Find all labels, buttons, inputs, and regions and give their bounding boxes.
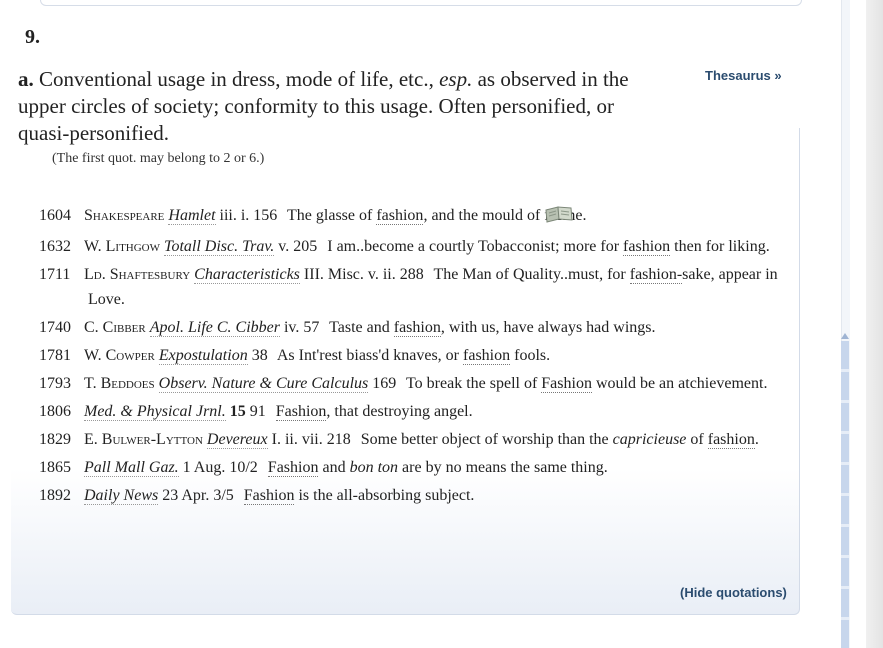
quotation-year: 1793 [39,374,71,392]
quotation-title[interactable]: Characteristicks [194,266,300,284]
quotation-text-end: , with us, have always had wings. [440,318,656,336]
subsense-label: a. [18,67,34,91]
quotation-title[interactable]: Med. & Physical Jrnl. [84,402,226,421]
quotation-row: 1865 Pall Mall Gaz. 1 Aug. 10/2 Fashion a… [39,456,791,481]
quotation-author: W. Cowper [84,346,155,364]
quotation-author: Ld. Shaftesbury [84,266,191,283]
quotation-text: The Man of Quality..must, for [433,266,630,283]
quotation-ref: III. Misc. v. ii. 288 [303,266,424,283]
quotation-list: 1604 Shakespeare Hamlet iii. i. 156 The g… [39,204,791,512]
quotation-author: Shakespeare [84,207,165,224]
quotation-title[interactable]: Pall Mall Gaz. [84,458,179,477]
quotation-row: 1740 C. Cibber Apol. Life C. Cibber iv. 5… [39,316,791,341]
quotation-text-mid: of [686,430,708,448]
quotation-text-end: is the all-absorbing subject. [294,486,475,504]
quotation-author: C. Cibber [84,318,146,336]
quotation-note: (The first quot. may belong to 2 or 6.) [52,151,265,166]
window-edge [866,0,883,648]
quotation-text-end: then for liking. [670,238,770,255]
quotation-row: 1711 Ld. Shaftesbury Characteristicks III… [39,263,791,312]
quotation-text: I am..become a courtly Tobacconist; more… [327,238,624,255]
quotation-ref: 1 Aug. 10/2 [182,458,258,476]
quotation-row: 1632 W. Lithgow Totall Disc. Trav. v. 205… [39,235,791,260]
quotation-title[interactable]: Expostulation [158,346,248,365]
definition-esp: esp. [439,67,473,91]
quotation-year: 1892 [39,486,71,504]
definition-text-1: Conventional usage in dress, mode of lif… [39,67,440,91]
quotation-ref: 91 [249,402,266,420]
quotation-text-end: would be an atchievement. [591,374,768,392]
quotation-keyword[interactable]: fashion [393,318,441,337]
quotation-row: 1806 Med. & Physical Jrnl. 15 91 Fashion,… [39,400,791,425]
quotation-keyword[interactable]: fashion [623,238,671,256]
quotation-row: 1604 Shakespeare Hamlet iii. i. 156 The g… [39,204,791,232]
quotation-year: 1632 [39,238,71,255]
quotation-title[interactable]: Hamlet [168,207,216,225]
quotation-text: Some better object of worship than the [360,430,613,448]
scroll-up-arrow-icon[interactable] [841,333,849,339]
quotation-title[interactable]: Apol. Life C. Cibber [149,318,280,337]
quotation-year: 1604 [39,207,71,224]
hide-quotations-link[interactable]: (Hide quotations) [680,585,787,600]
quotation-text-end: , that destroying angel. [326,402,473,420]
quotation-text-mid: and [318,458,350,476]
quotation-title[interactable]: Devereux [206,430,268,449]
quotation-year: 1865 [39,458,71,476]
quotation-author: W. Lithgow [84,238,161,255]
quotation-keyword[interactable]: fashion [376,207,424,225]
sense-number: 9. [25,26,40,48]
quotation-text: To break the spell of [406,374,542,392]
quotation-author: E. Bulwer-Lytton [84,430,203,448]
quotation-text: The glasse of [287,207,377,224]
quotation-volume: 15 [229,402,246,420]
quotation-keyword[interactable]: Fashion [243,486,295,505]
quotation-keyword[interactable]: fashion- [629,266,683,284]
thesaurus-link[interactable]: Thesaurus » [705,68,782,83]
definition: a. Conventional usage in dress, mode of … [18,66,658,147]
quotation-text: As Int'rest biass'd knaves, or [276,346,464,364]
quotation-italic: capricieuse [612,430,687,448]
quotation-keyword[interactable]: Fashion [267,458,319,477]
quotation-title[interactable]: Observ. Nature & Cure Calculus [158,374,369,393]
quotation-year: 1711 [39,266,71,283]
quotation-keyword[interactable]: fashion [463,346,511,365]
quotation-ref: 169 [372,374,397,392]
quotation-keyword[interactable]: Fashion [541,374,592,393]
quotation-ref: iii. i. 156 [219,207,278,224]
quotation-year: 1806 [39,402,71,420]
quotation-ref: 38 [251,346,268,364]
previous-sense-card [40,0,802,6]
quotation-italic: bon ton [349,458,399,476]
quotation-text-end: . [754,430,759,448]
quotation-text-end: are by no means the same thing. [398,458,608,476]
quotation-author: T. Beddoes [84,374,155,392]
quotation-year: 1740 [39,318,71,336]
quotation-row: 1892 Daily News 23 Apr. 3/5 Fashion is th… [39,484,791,509]
quotation-row: 1829 E. Bulwer-Lytton Devereux I. ii. vii… [39,428,791,453]
quotation-row: 1781 W. Cowper Expostulation 38 As Int're… [39,344,791,369]
quotation-text-end: fools. [510,346,551,364]
quotation-keyword[interactable]: fashion [707,430,755,449]
quotation-ref: 23 Apr. 3/5 [162,486,234,504]
quotation-ref: iv. 57 [283,318,320,336]
quotation-row: 1793 T. Beddoes Observ. Nature & Cure Cal… [39,372,791,397]
quotation-text: Taste and [329,318,394,336]
scrollbar-thumb[interactable] [841,341,849,648]
quotation-year: 1781 [39,346,71,364]
quotation-title[interactable]: Totall Disc. Trav. [164,238,275,256]
quotation-keyword[interactable]: Fashion [275,402,327,421]
quotation-title[interactable]: Daily News [84,486,159,505]
quotation-ref: I. ii. vii. 218 [271,430,351,448]
quotation-year: 1829 [39,430,71,448]
quotation-ref: v. 205 [278,238,318,255]
